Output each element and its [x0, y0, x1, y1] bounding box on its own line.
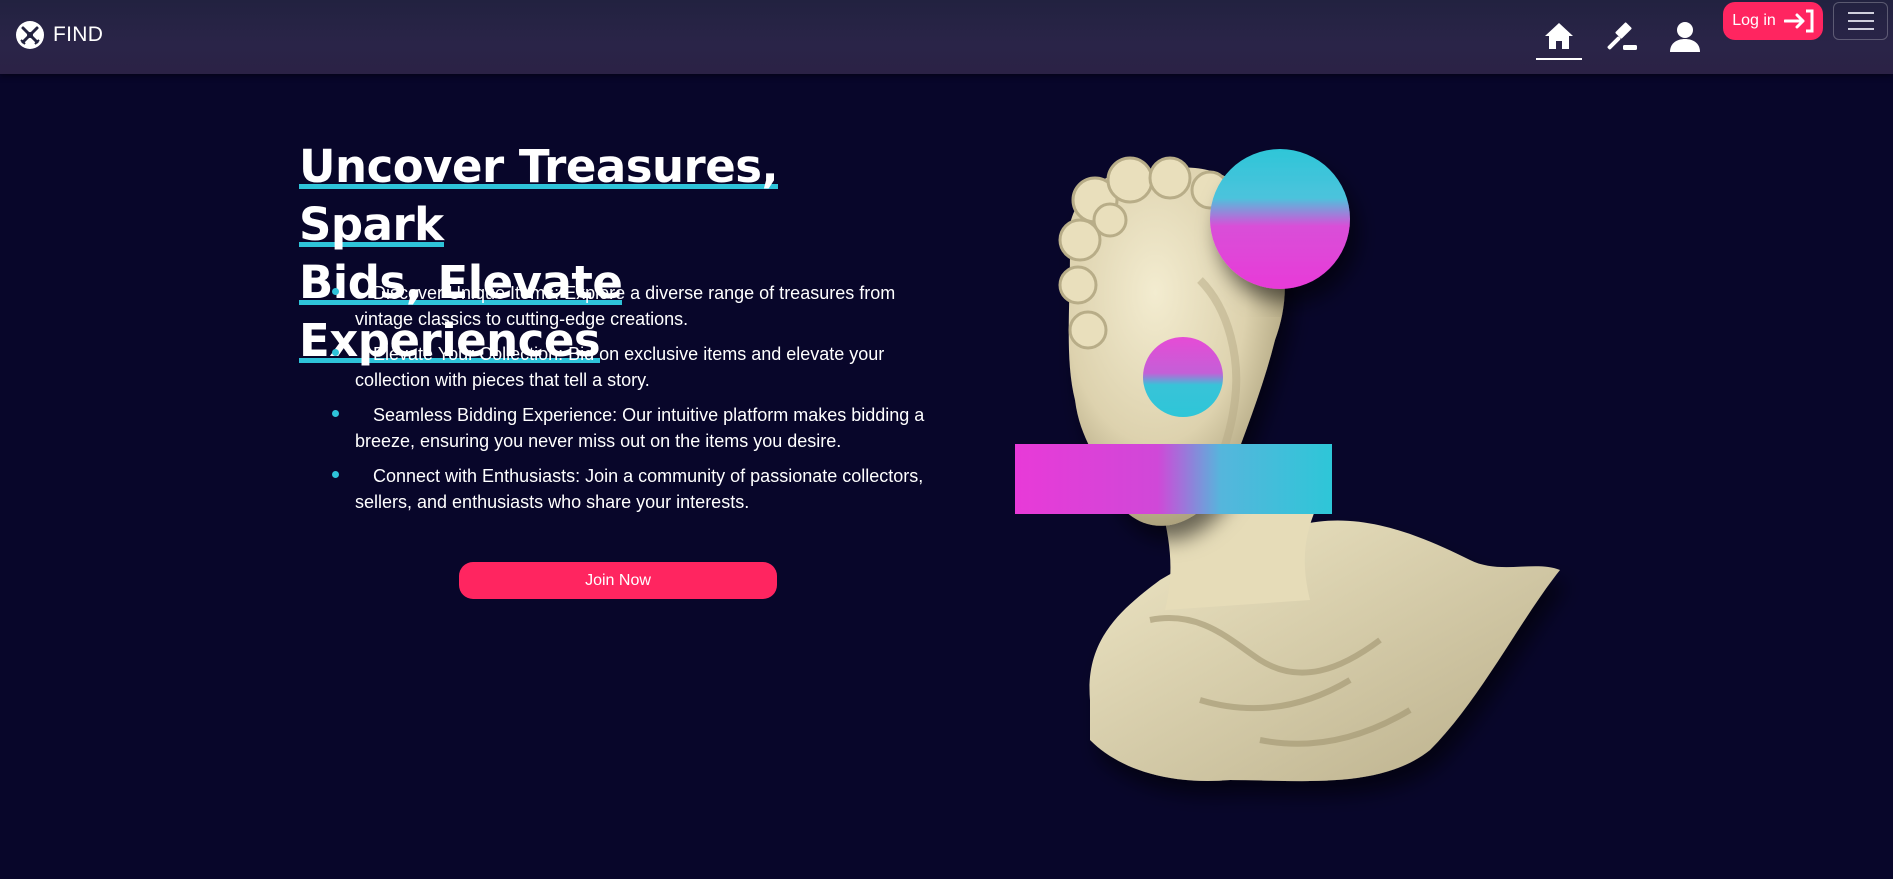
- hero-title-line-1: Uncover Treasures, Spark: [299, 140, 779, 253]
- feature-item: Connect with Enthusiasts: Join a communi…: [330, 463, 930, 515]
- nav-profile-link[interactable]: [1662, 14, 1708, 60]
- login-button[interactable]: Log in: [1723, 2, 1823, 40]
- brand-link[interactable]: FIND: [15, 19, 103, 51]
- nav-home-link[interactable]: [1536, 14, 1582, 60]
- feature-text: Elevate Your Collection: Bid on exclusiv…: [355, 344, 885, 390]
- user-icon: [1670, 22, 1700, 52]
- gradient-bar: [1015, 444, 1332, 514]
- home-icon: [1545, 23, 1573, 49]
- feature-text: Discover Unique Items: Explore a diverse…: [355, 283, 896, 329]
- navbar: FIND Log in: [0, 0, 1893, 74]
- hamburger-icon: [1847, 12, 1874, 14]
- menu-toggle-button[interactable]: [1833, 2, 1888, 40]
- login-label: Log in: [1732, 12, 1776, 29]
- gavel-icon: [1607, 22, 1637, 50]
- feature-text: Seamless Bidding Experience: Our intuiti…: [355, 405, 925, 451]
- login-arrow-icon: [1783, 9, 1814, 33]
- feature-item: Seamless Bidding Experience: Our intuiti…: [330, 402, 930, 454]
- feature-text: Connect with Enthusiasts: Join a communi…: [355, 466, 924, 512]
- nav-auction-link[interactable]: [1600, 14, 1646, 60]
- feature-item: Elevate Your Collection: Bid on exclusiv…: [330, 341, 930, 393]
- gradient-orb-small: [1143, 337, 1223, 417]
- feature-item: Discover Unique Items: Explore a diverse…: [330, 280, 930, 332]
- feature-list: Discover Unique Items: Explore a diverse…: [330, 280, 930, 524]
- hamburger-icon-bar: [1847, 28, 1874, 30]
- hamburger-icon-bar: [1847, 20, 1874, 22]
- brand-name: FIND: [53, 23, 104, 46]
- gradient-orb-large: [1210, 149, 1350, 289]
- find-logo-icon: [16, 21, 44, 49]
- join-now-button[interactable]: Join Now: [459, 562, 777, 599]
- hero-statue-illustration: [1015, 149, 1560, 782]
